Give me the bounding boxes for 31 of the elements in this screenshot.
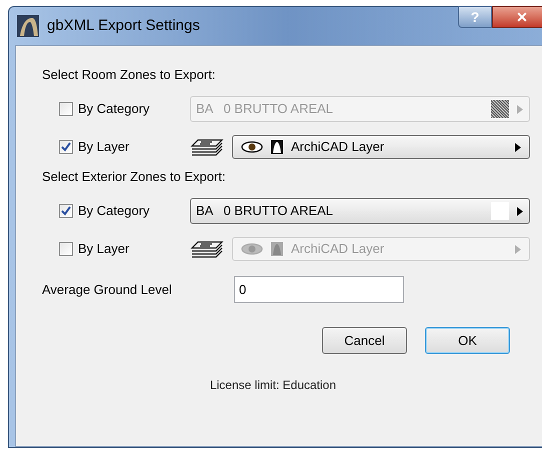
layer-icon bbox=[271, 140, 283, 154]
arrow-icon bbox=[517, 104, 523, 114]
arrow-icon bbox=[515, 142, 521, 152]
checkbox[interactable] bbox=[59, 140, 73, 154]
window-title: gbXML Export Settings bbox=[47, 16, 200, 36]
arrow-icon bbox=[515, 244, 521, 254]
checkbox-label: By Category bbox=[78, 100, 150, 118]
layer-icon bbox=[271, 242, 283, 256]
arrow-icon bbox=[517, 206, 523, 216]
ground-level-field[interactable]: 0 bbox=[234, 276, 404, 303]
layers-icon bbox=[190, 240, 224, 258]
dialog-button[interactable]: OK bbox=[425, 327, 510, 354]
check-icon bbox=[61, 142, 71, 152]
dialog-button[interactable]: Cancel bbox=[322, 327, 407, 354]
eye-icon bbox=[241, 243, 263, 255]
check-icon bbox=[61, 206, 71, 216]
eye-icon bbox=[241, 141, 263, 153]
field-label: Average Ground Level bbox=[42, 281, 173, 299]
pattern-swatch bbox=[491, 100, 509, 118]
license-text: License limit: Education bbox=[210, 377, 336, 394]
section-heading: Select Room Zones to Export: bbox=[42, 66, 216, 84]
layers-icon bbox=[190, 138, 224, 156]
checkbox-label: By Category bbox=[78, 202, 150, 220]
layer-dropdown[interactable]: ArchiCAD Layer bbox=[232, 135, 530, 159]
checkbox-label: By Layer bbox=[78, 240, 130, 258]
fill-swatch bbox=[491, 202, 509, 220]
section-heading: Select Exterior Zones to Export: bbox=[42, 168, 226, 186]
app-logo-icon bbox=[17, 15, 39, 37]
checkbox-label: By Layer bbox=[78, 138, 130, 156]
category-dropdown[interactable]: BA 0 BRUTTO AREAL bbox=[190, 198, 530, 224]
checkbox[interactable] bbox=[59, 204, 73, 218]
